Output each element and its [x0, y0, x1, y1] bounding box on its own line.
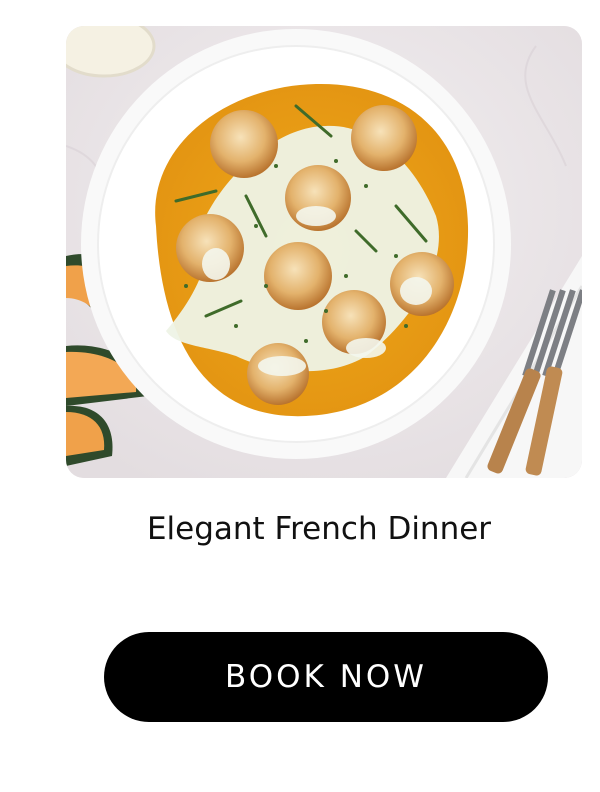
card-title: Elegant French Dinner: [146, 511, 492, 547]
offer-card: Elegant French Dinner BOOK NOW: [0, 0, 600, 792]
dish-illustration: [66, 26, 582, 478]
book-now-button[interactable]: BOOK NOW: [104, 632, 548, 722]
dish-photo: [66, 26, 582, 478]
